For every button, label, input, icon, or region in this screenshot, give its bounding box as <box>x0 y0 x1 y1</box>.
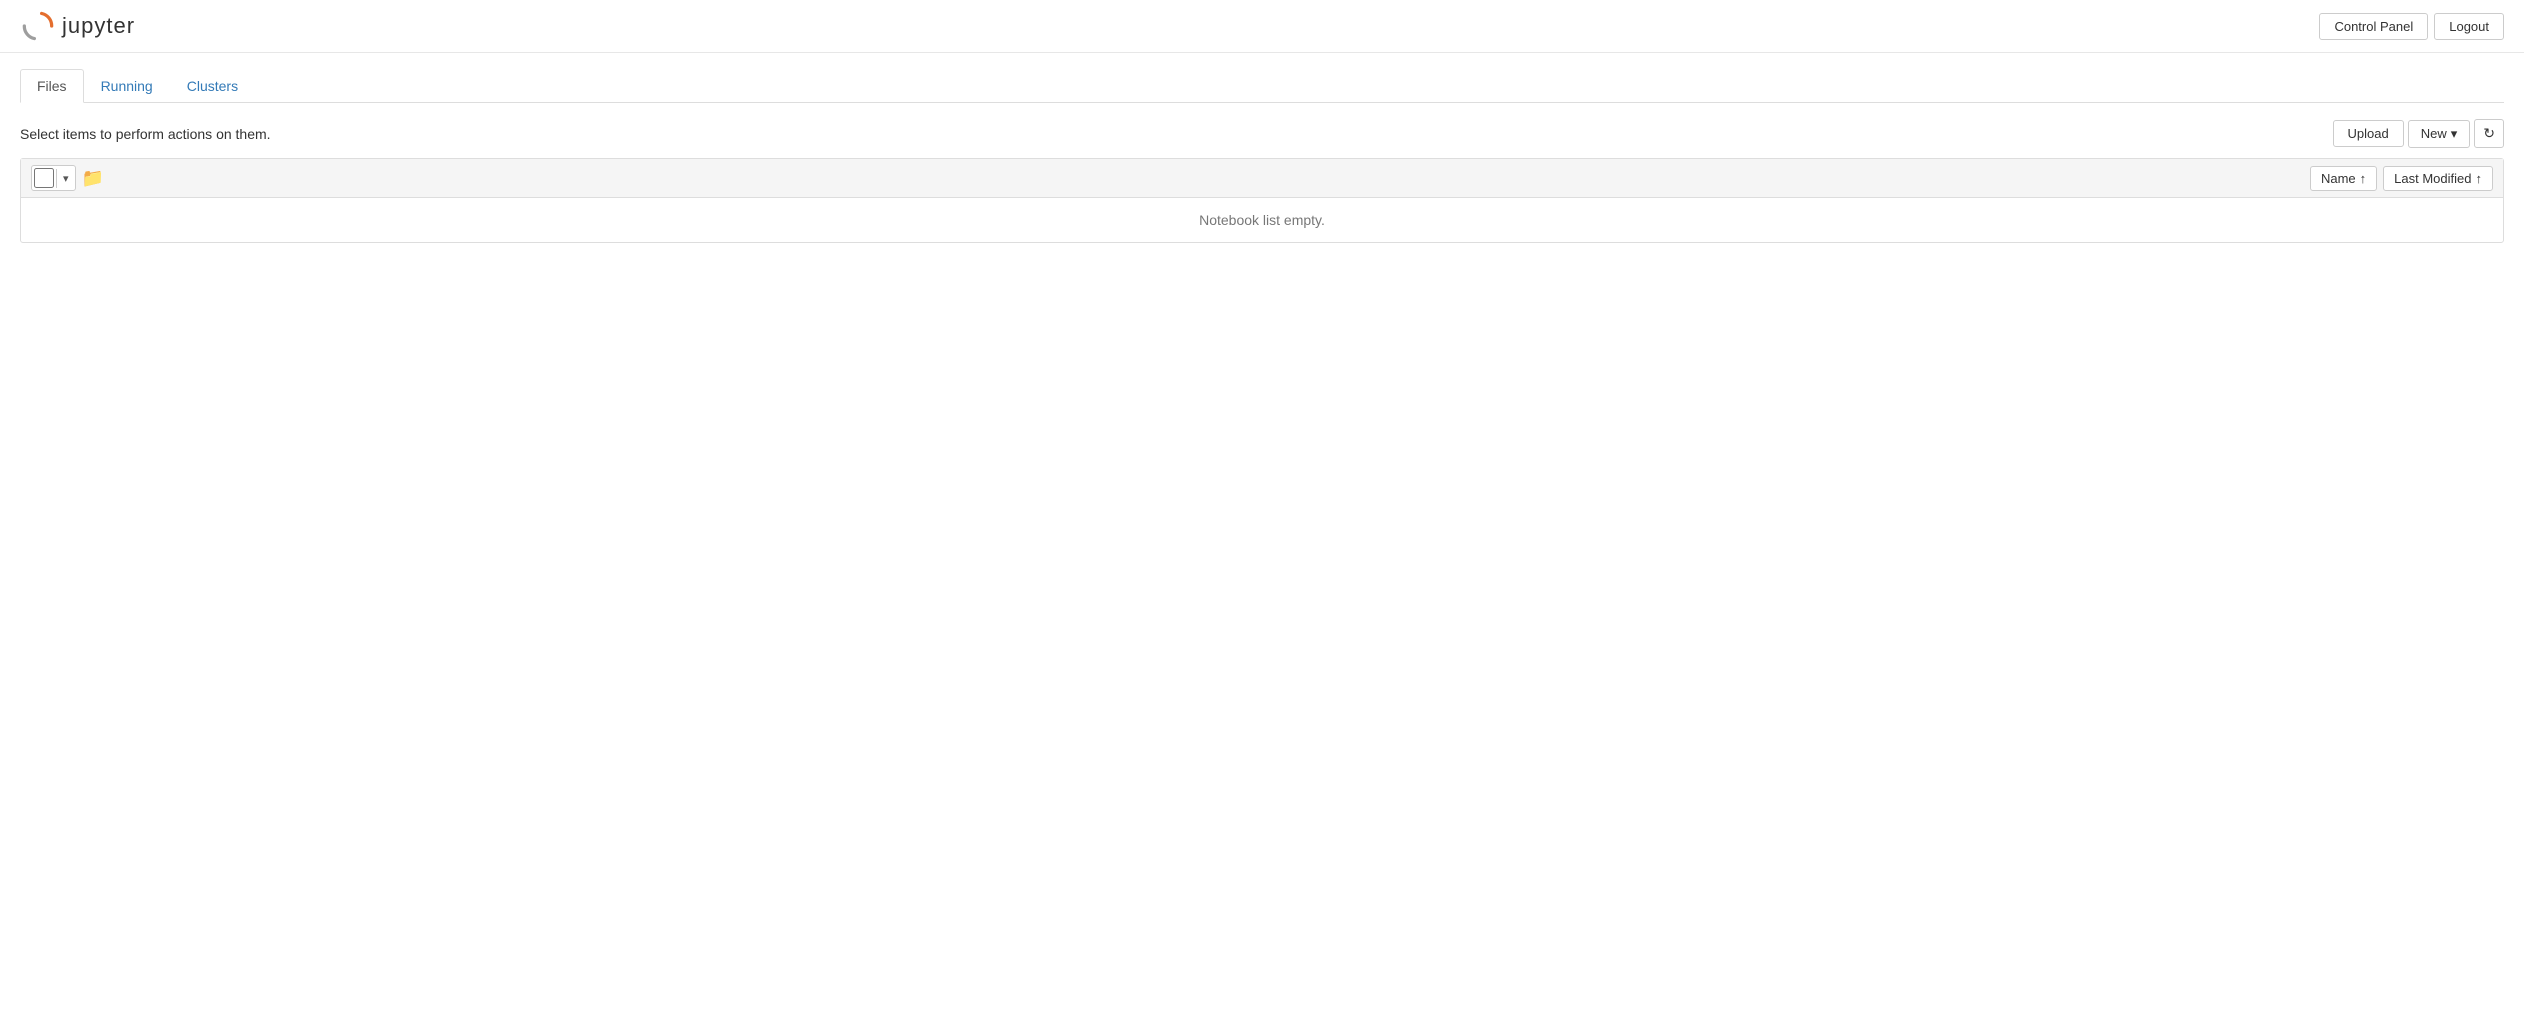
sort-name-label: Name <box>2321 171 2356 186</box>
select-all-checkbox-wrapper: ▾ <box>31 165 76 191</box>
select-all-dropdown-button[interactable]: ▾ <box>56 169 75 188</box>
file-browser-header-right: Name Last Modified <box>2310 166 2493 191</box>
sort-last-modified-arrow-icon <box>2476 171 2483 186</box>
empty-message: Notebook list empty. <box>21 198 2503 242</box>
sort-by-last-modified-button[interactable]: Last Modified <box>2383 166 2493 191</box>
sort-last-modified-label: Last Modified <box>2394 171 2471 186</box>
control-panel-button[interactable]: Control Panel <box>2319 13 2428 40</box>
tabs-nav: Files Running Clusters <box>20 69 2504 103</box>
select-items-text: Select items to perform actions on them. <box>20 126 271 142</box>
action-buttons: Upload New ▾ ↻ <box>2333 119 2504 148</box>
new-dropdown-arrow-icon: ▾ <box>2451 126 2458 142</box>
jupyter-logo-icon <box>20 8 56 44</box>
refresh-icon: ↻ <box>2483 125 2495 141</box>
tab-clusters[interactable]: Clusters <box>170 69 255 103</box>
app-title: jupyter <box>62 13 135 39</box>
main-content: Files Running Clusters Select items to p… <box>0 53 2524 259</box>
tab-running[interactable]: Running <box>84 69 170 103</box>
header-buttons: Control Panel Logout <box>2319 13 2504 40</box>
logo-area: jupyter <box>20 8 135 44</box>
new-button[interactable]: New ▾ <box>2408 120 2471 148</box>
file-browser-header-left: ▾ 📁 <box>31 165 104 191</box>
header: jupyter Control Panel Logout <box>0 0 2524 53</box>
logout-button[interactable]: Logout <box>2434 13 2504 40</box>
file-browser-header: ▾ 📁 Name Last Modified <box>21 159 2503 198</box>
refresh-button[interactable]: ↻ <box>2474 119 2504 148</box>
new-folder-icon[interactable]: 📁 <box>82 168 104 189</box>
upload-button[interactable]: Upload <box>2333 120 2404 147</box>
select-all-checkbox[interactable] <box>34 168 54 188</box>
sort-by-name-button[interactable]: Name <box>2310 166 2377 191</box>
new-button-label: New <box>2421 126 2447 141</box>
toolbar-row: Select items to perform actions on them.… <box>20 119 2504 148</box>
sort-name-arrow-icon <box>2360 171 2367 186</box>
tab-files[interactable]: Files <box>20 69 84 103</box>
file-browser: ▾ 📁 Name Last Modified Notebook list emp… <box>20 158 2504 243</box>
